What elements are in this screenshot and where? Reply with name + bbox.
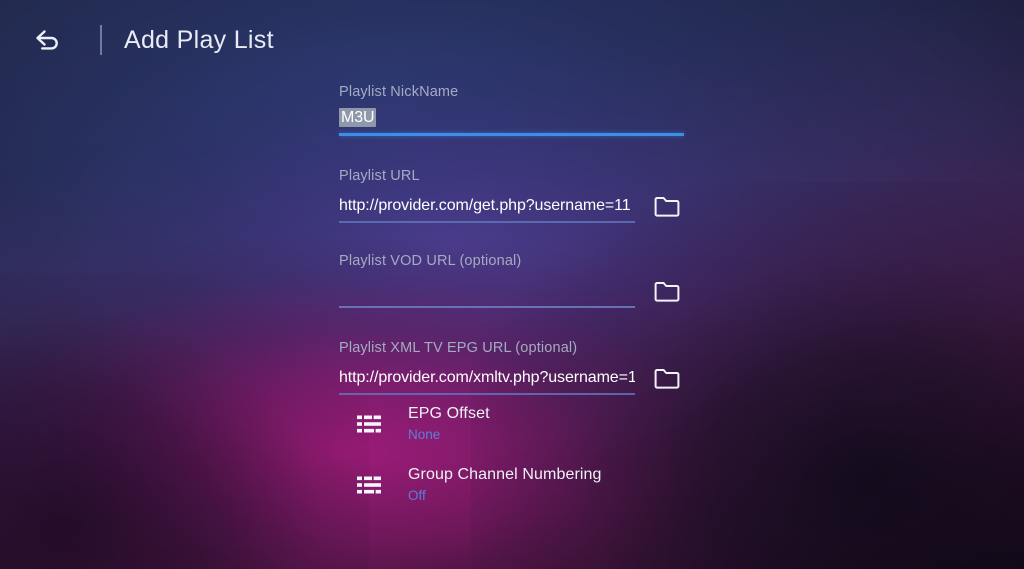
list-icon — [352, 471, 386, 499]
underline-playlist-vod-url — [339, 306, 635, 308]
underline-playlist-url — [339, 221, 635, 223]
playlist-form: Playlist NickName M3U Playlist URL http:… — [339, 84, 691, 395]
folder-icon — [654, 367, 680, 389]
playlist-nickname-selected-text: M3U — [339, 108, 377, 127]
option-row-epg-offset[interactable]: EPG Offset None — [352, 398, 682, 450]
back-arrow-icon — [33, 27, 63, 53]
folder-icon — [654, 280, 680, 302]
option-value-epg-offset: None — [408, 427, 441, 442]
browse-playlist-vod-url-button[interactable] — [650, 276, 684, 306]
page-title: Add Play List — [124, 25, 274, 54]
field-row-playlist-epg-url: http://provider.com/xmltv.php?username=1 — [339, 363, 691, 395]
field-playlist-epg-url: Playlist XML TV EPG URL (optional) http:… — [339, 340, 691, 395]
field-label-playlist-nickname: Playlist NickName — [339, 84, 459, 100]
playlist-epg-url-input[interactable]: http://provider.com/xmltv.php?username=1 — [339, 367, 635, 389]
input-wrap-playlist-url[interactable]: http://provider.com/get.php?username=11 — [339, 195, 635, 223]
field-playlist-nickname: Playlist NickName M3U — [339, 84, 691, 136]
back-button[interactable] — [26, 18, 70, 62]
option-text-epg-offset: EPG Offset None — [408, 404, 490, 444]
header-divider — [100, 25, 102, 55]
playlist-nickname-input[interactable]: M3U — [339, 107, 684, 129]
option-text-group-channel-numbering: Group Channel Numbering Off — [408, 465, 602, 505]
list-icon — [352, 410, 386, 438]
playlist-vod-url-input[interactable] — [339, 280, 635, 302]
field-row-playlist-nickname: M3U — [339, 107, 691, 136]
playlist-url-input[interactable]: http://provider.com/get.php?username=11 — [339, 195, 635, 217]
option-value-group-channel-numbering: Off — [408, 488, 426, 503]
field-label-playlist-url: Playlist URL — [339, 168, 420, 184]
screen-header: Add Play List — [0, 0, 274, 80]
field-label-playlist-epg-url: Playlist XML TV EPG URL (optional) — [339, 340, 578, 356]
browse-playlist-epg-url-button[interactable] — [650, 363, 684, 393]
option-row-group-channel-numbering[interactable]: Group Channel Numbering Off — [352, 459, 682, 511]
form-spacer-3 — [339, 308, 691, 340]
field-playlist-url: Playlist URL http://provider.com/get.php… — [339, 168, 691, 223]
underline-playlist-nickname — [339, 133, 684, 136]
field-playlist-vod-url: Playlist VOD URL (optional) — [339, 253, 691, 308]
underline-playlist-epg-url — [339, 393, 635, 395]
field-row-playlist-url: http://provider.com/get.php?username=11 — [339, 191, 691, 223]
input-wrap-playlist-nickname[interactable]: M3U — [339, 107, 684, 136]
add-playlist-screen: Add Play List Playlist NickName M3U Play… — [0, 0, 1024, 569]
playlist-options-list: EPG Offset None Group Channel Numbering — [352, 398, 682, 511]
field-label-playlist-vod-url: Playlist VOD URL (optional) — [339, 253, 522, 269]
option-title-group-channel-numbering: Group Channel Numbering — [408, 466, 602, 483]
folder-icon — [654, 195, 680, 217]
input-wrap-playlist-vod-url[interactable] — [339, 280, 635, 308]
field-row-playlist-vod-url — [339, 276, 691, 308]
option-title-epg-offset: EPG Offset — [408, 405, 490, 422]
browse-playlist-url-button[interactable] — [650, 191, 684, 221]
form-spacer-1 — [339, 136, 691, 168]
form-spacer-2 — [339, 223, 691, 253]
input-wrap-playlist-epg-url[interactable]: http://provider.com/xmltv.php?username=1 — [339, 367, 635, 395]
